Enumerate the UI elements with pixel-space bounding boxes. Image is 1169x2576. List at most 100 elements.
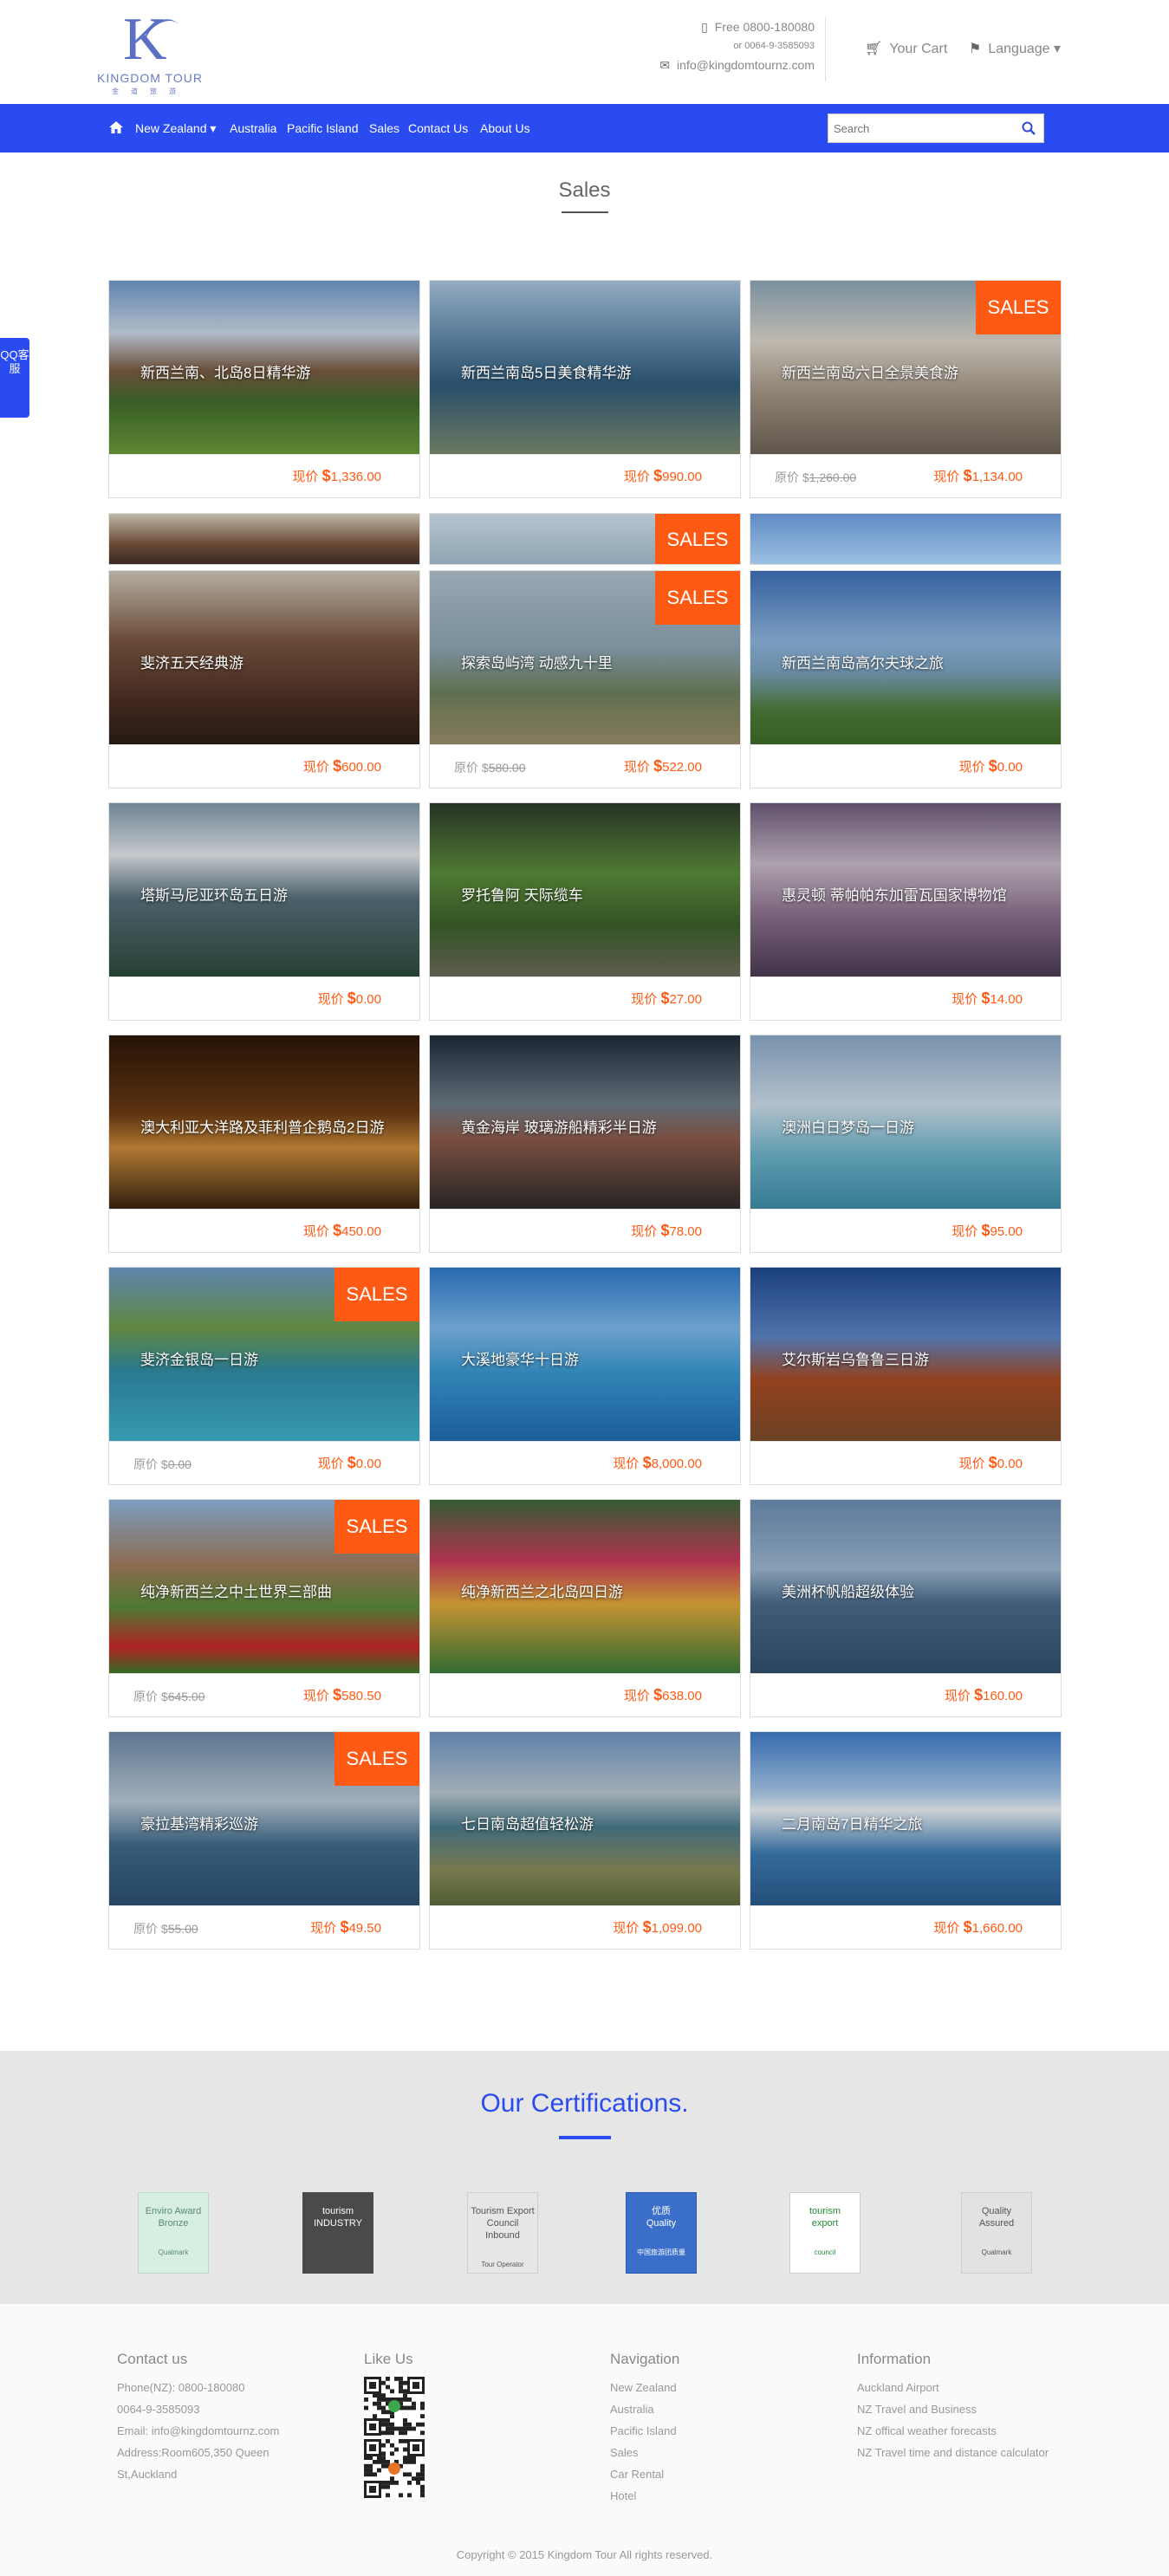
- tour-card[interactable]: 美洲杯帆船超级体验 现价 $160.00: [750, 1499, 1062, 1717]
- tour-card[interactable]: 新西兰南岛高尔夫球之旅现价 $0.00: [750, 570, 1062, 788]
- footer-info-link[interactable]: NZ Travel and Business: [857, 2398, 1049, 2420]
- tour-title[interactable]: 斐济金银岛一日游: [140, 1347, 258, 1369]
- tour-card[interactable]: 斐济金银岛一日游 SALES 原价 $0.00 现价 $0.00: [108, 1267, 420, 1485]
- tour-title[interactable]: 二月南岛7日精华之旅: [782, 1812, 922, 1833]
- tour-image[interactable]: 罗托鲁阿 天际缆车: [430, 803, 740, 977]
- tour-card[interactable]: 新西兰南岛六日全景美食游 SALES 原价 $1,260.00 现价 $1,134.0…: [750, 280, 1062, 498]
- tour-image[interactable]: 探索岛屿湾 动感九十里 SALES: [430, 571, 740, 744]
- logo-name: KINGDOM TOUR: [97, 71, 203, 85]
- tour-card[interactable]: 澳大利亚大洋路及菲利普企鹅岛2日游 现价 $450.00: [108, 1035, 420, 1253]
- nav-about-us[interactable]: About Us: [480, 120, 530, 137]
- header-email[interactable]: info@kingdomtournz.com: [677, 58, 815, 72]
- tour-image[interactable]: 豪拉基湾精彩巡游 SALES: [109, 1732, 419, 1905]
- tour-image[interactable]: 新西兰南岛六日全景美食游 SALES: [750, 281, 1061, 454]
- tour-card[interactable]: 新西兰南、北岛8日精华游现价 $1,336.00: [108, 280, 420, 498]
- tour-image[interactable]: 美洲杯帆船超级体验: [750, 1500, 1061, 1673]
- tour-image[interactable]: 黄金海岸 玻璃游船精彩半日游: [430, 1035, 740, 1209]
- tour-price-bar: 现价 $1,336.00: [109, 454, 419, 497]
- tour-card[interactable]: 新西兰南岛5日美食精华游现价 $990.00: [429, 280, 741, 498]
- footer-info-link[interactable]: NZ offical weather forecasts: [857, 2420, 1049, 2442]
- tour-card[interactable]: 澳洲白日梦岛一日游 现价 $95.00: [750, 1035, 1062, 1253]
- tour-image[interactable]: 新西兰南岛5日美食精华游: [430, 281, 740, 454]
- tour-title[interactable]: 美洲杯帆船超级体验: [782, 1580, 914, 1601]
- footer-nav-link[interactable]: New Zealand: [610, 2377, 679, 2398]
- tour-price-bar: 原价 $580.00 现价 $522.00: [430, 744, 740, 788]
- footer-information-title: Information: [857, 2351, 932, 2367]
- tour-card[interactable]: 豪拉基湾精彩巡游 SALES 原价 $55.00 现价 $49.50: [108, 1731, 420, 1950]
- tour-title[interactable]: 豪拉基湾精彩巡游: [140, 1812, 258, 1833]
- tour-image[interactable]: 惠灵顿 蒂帕帕东加雷瓦国家博物馆: [750, 803, 1061, 977]
- current-price: 现价 $1,134.00: [933, 467, 1023, 484]
- tour-image[interactable]: 七日南岛超值轻松游: [430, 1732, 740, 1905]
- tour-image[interactable]: 艾尔斯岩乌鲁鲁三日游: [750, 1268, 1061, 1441]
- tour-title[interactable]: 斐济五天经典游: [140, 651, 244, 672]
- tour-card[interactable]: 塔斯马尼亚环岛五日游现价 $0.00: [108, 802, 420, 1021]
- tour-title[interactable]: 艾尔斯岩乌鲁鲁三日游: [782, 1347, 929, 1369]
- search-input[interactable]: [828, 114, 1017, 142]
- tour-card[interactable]: 纯净新西兰之北岛四日游现价 $638.00: [429, 1499, 741, 1717]
- tour-title[interactable]: 新西兰南岛5日美食精华游: [461, 360, 631, 382]
- current-price: 现价 $990.00: [623, 467, 702, 484]
- tour-card[interactable]: 艾尔斯岩乌鲁鲁三日游 现价 $0.00: [750, 1267, 1062, 1485]
- tour-card[interactable]: 罗托鲁阿 天际缆车 现价 $27.00: [429, 802, 741, 1021]
- tour-card[interactable]: 二月南岛7日精华之旅 现价 $1,660.00: [750, 1731, 1062, 1950]
- footer-nav-link[interactable]: Car Rental: [610, 2463, 679, 2485]
- tour-image[interactable]: 大溪地豪华十日游: [430, 1268, 740, 1441]
- tour-image[interactable]: 新西兰南、北岛8日精华游: [109, 281, 419, 454]
- tour-title[interactable]: 罗托鲁阿 天际缆车: [461, 883, 583, 905]
- tour-card[interactable]: 探索岛屿湾 动感九十里 SALES 原价 $580.00 现价 $522.00: [429, 570, 741, 788]
- cart-link[interactable]: 🛒︎ Your Cart: [865, 40, 947, 57]
- nav-australia[interactable]: Australia: [230, 120, 276, 137]
- tour-title[interactable]: 新西兰南、北岛8日精华游: [140, 360, 310, 382]
- tour-image[interactable]: 二月南岛7日精华之旅: [750, 1732, 1061, 1905]
- current-price: 现价 $638.00: [623, 1686, 702, 1703]
- nav-pacific-island[interactable]: Pacific Island: [287, 120, 358, 137]
- tour-price-bar: 现价 $0.00: [750, 744, 1061, 788]
- tour-title[interactable]: 黄金海岸 玻璃游船精彩半日游: [461, 1115, 657, 1137]
- tour-title[interactable]: 惠灵顿 蒂帕帕东加雷瓦国家博物馆: [782, 883, 1007, 905]
- footer-nav-link[interactable]: Hotel: [610, 2485, 679, 2507]
- tour-image[interactable]: 塔斯马尼亚环岛五日游: [109, 803, 419, 977]
- footer-contact-line[interactable]: Email: info@kingdomtournz.com: [117, 2420, 279, 2442]
- footer-nav-link[interactable]: Pacific Island: [610, 2420, 679, 2442]
- search-icon[interactable]: [1021, 120, 1036, 136]
- page-title: Sales: [558, 178, 611, 202]
- site-logo[interactable]: K KINGDOM TOUR 金道旅游: [92, 7, 208, 97]
- tour-title[interactable]: 新西兰南岛高尔夫球之旅: [782, 651, 944, 672]
- current-price: 现价 $0.00: [317, 990, 381, 1007]
- tour-image[interactable]: 澳大利亚大洋路及菲利普企鹅岛2日游: [109, 1035, 419, 1209]
- tour-price-bar: 现价 $638.00: [430, 1673, 740, 1716]
- tour-title[interactable]: 新西兰南岛六日全景美食游: [782, 360, 958, 382]
- tour-card[interactable]: 黄金海岸 玻璃游船精彩半日游 现价 $78.00: [429, 1035, 741, 1253]
- qq-service-button[interactable]: QQ客服: [0, 338, 29, 418]
- footer-nav-link[interactable]: Sales: [610, 2442, 679, 2463]
- tour-card[interactable]: 七日南岛超值轻松游 现价 $1,099.00: [429, 1731, 741, 1950]
- nav-new-zealand[interactable]: New Zealand ▾: [135, 120, 216, 137]
- tour-image[interactable]: 斐济五天经典游: [109, 571, 419, 744]
- tour-image[interactable]: 纯净新西兰之北岛四日游: [430, 1500, 740, 1673]
- tour-card[interactable]: 纯净新西兰之中土世界三部曲 SALES 原价 $645.00 现价 $580.50: [108, 1499, 420, 1717]
- tour-image[interactable]: 斐济金银岛一日游 SALES: [109, 1268, 419, 1441]
- home-icon[interactable]: [108, 120, 124, 135]
- tour-title[interactable]: 七日南岛超值轻松游: [461, 1812, 594, 1833]
- tour-title[interactable]: 探索岛屿湾 动感九十里: [461, 651, 613, 672]
- tour-image[interactable]: 新西兰南岛高尔夫球之旅: [750, 571, 1061, 744]
- tour-title[interactable]: 澳大利亚大洋路及菲利普企鹅岛2日游: [140, 1115, 384, 1137]
- footer-info-link[interactable]: Auckland Airport: [857, 2377, 1049, 2398]
- tour-price-bar: 现价 $600.00: [109, 744, 419, 788]
- tour-title[interactable]: 纯净新西兰之北岛四日游: [461, 1580, 623, 1601]
- nav-contact-us[interactable]: Contact Us: [408, 120, 468, 137]
- tour-image[interactable]: 澳洲白日梦岛一日游: [750, 1035, 1061, 1209]
- tour-title[interactable]: 塔斯马尼亚环岛五日游: [140, 883, 288, 905]
- tour-title[interactable]: 纯净新西兰之中土世界三部曲: [140, 1580, 332, 1601]
- tour-card[interactable]: 斐济五天经典游现价 $600.00: [108, 570, 420, 788]
- language-dropdown[interactable]: ⚑ Language ▾: [969, 40, 1061, 57]
- footer-info-link[interactable]: NZ Travel time and distance calculator: [857, 2442, 1049, 2463]
- tour-title[interactable]: 大溪地豪华十日游: [461, 1347, 579, 1369]
- footer-nav-link[interactable]: Australia: [610, 2398, 679, 2420]
- tour-title[interactable]: 澳洲白日梦岛一日游: [782, 1115, 914, 1137]
- tour-card[interactable]: 惠灵顿 蒂帕帕东加雷瓦国家博物馆 现价 $14.00: [750, 802, 1062, 1021]
- tour-image[interactable]: 纯净新西兰之中土世界三部曲 SALES: [109, 1500, 419, 1673]
- nav-sales[interactable]: Sales: [369, 120, 399, 137]
- tour-card[interactable]: 大溪地豪华十日游 现价 $8,000.00: [429, 1267, 741, 1485]
